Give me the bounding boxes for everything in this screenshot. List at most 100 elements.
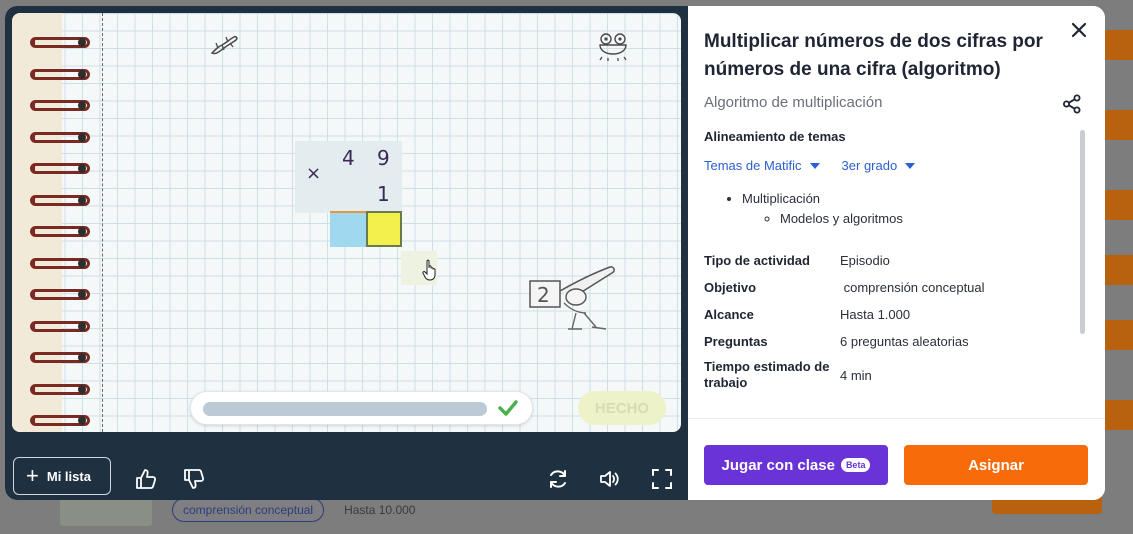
ring-hole (78, 38, 86, 47)
detail-key: Alcance (704, 307, 754, 322)
notebook-ring (30, 383, 90, 395)
notebook-ring (30, 415, 90, 426)
grade-dropdown[interactable]: 3er grado (842, 158, 916, 173)
game-board[interactable]: × 4 9 1 2 HECHO (12, 13, 681, 432)
background-button (1103, 400, 1133, 430)
details-scrollbar[interactable] (1080, 130, 1085, 334)
topic-sub: Modelos y algoritmos (780, 211, 903, 226)
beta-badge: Beta (840, 458, 871, 472)
margin-line (102, 13, 103, 432)
volume-icon[interactable] (599, 468, 621, 490)
activity-modal: × 4 9 1 2 HECHO + Mi lista Multiplicar n… (5, 6, 1105, 500)
notebook-ring (30, 226, 90, 237)
detail-row: Tiempo estimado de trabajo 4 min (704, 355, 1074, 388)
ring-hole (78, 195, 86, 205)
detail-value: Hasta 1.000 (840, 307, 911, 322)
ring-hole (78, 101, 86, 110)
detail-value: 6 preguntas aleatorias (840, 334, 969, 349)
notebook-ring (30, 68, 90, 80)
multiply-sign: × (306, 163, 322, 184)
chevron-down-icon (905, 162, 916, 169)
notebook-ring (30, 163, 90, 174)
ring-hole (78, 227, 86, 236)
thumbs-down-icon[interactable] (183, 468, 205, 490)
notebook-ring (30, 320, 90, 332)
background-button (1103, 190, 1133, 220)
detail-key: Preguntas (704, 334, 768, 349)
detail-row: Preguntas 6 preguntas aleatorias (704, 328, 1074, 355)
digit-top-tens: 4 (342, 146, 355, 170)
game-panel: × 4 9 1 2 HECHO + Mi lista (5, 6, 688, 500)
notebook-ring (30, 100, 90, 111)
ring-hole (78, 321, 86, 331)
refresh-icon[interactable] (547, 468, 569, 490)
grade-dropdown-label: 3er grado (841, 158, 898, 173)
ring-hole (78, 290, 86, 299)
done-button[interactable]: HECHO (578, 391, 666, 425)
topic-list: Multiplicación Modelos y algoritmos (704, 189, 1074, 229)
notebook-ring (30, 131, 90, 143)
detail-key: Objetivo (704, 280, 757, 295)
curriculum-dropdown-label: Temas de Matific (704, 158, 802, 173)
share-icon[interactable] (1062, 94, 1082, 114)
ring-hole (78, 164, 86, 173)
notebook-ring (30, 194, 90, 206)
digit-bottom-units: 1 (377, 182, 390, 206)
detail-row: Alcance Hasta 1.000 (704, 301, 1074, 328)
character-with-sign-icon: 2 (529, 266, 615, 330)
background-button (1103, 255, 1133, 285)
detail-row: Objetivo comprensión conceptual (704, 274, 1074, 301)
topic-item: Multiplicación Modelos y algoritmos (742, 189, 1074, 229)
close-icon[interactable] (1071, 22, 1087, 38)
my-list-label: Mi lista (46, 468, 91, 484)
notebook-ring (30, 289, 90, 300)
plus-icon: + (26, 463, 39, 488)
ring-hole (78, 258, 86, 268)
topic-main: Multiplicación (742, 191, 821, 206)
background-button (1103, 320, 1133, 350)
ring-hole (78, 384, 86, 394)
lizard-doodle-icon (210, 36, 238, 55)
notebook-ring (30, 352, 90, 363)
thumbs-up-icon[interactable] (135, 468, 157, 490)
alignment-title: Alineamiento de temas (704, 129, 846, 144)
play-with-class-button[interactable]: Jugar con clase Beta (704, 445, 888, 485)
detail-key: Tipo de actividad (704, 253, 810, 268)
answer-cell-tens[interactable] (330, 211, 366, 247)
activity-info-panel: Multiplicar números de dos cifras por nú… (688, 6, 1105, 500)
range-text: Hasta 10.000 (344, 503, 416, 517)
details-list: Tipo de actividad Episodio Objetivo comp… (704, 247, 1074, 388)
ring-hole (78, 132, 86, 142)
ring-hole (78, 353, 86, 362)
check-icon (498, 400, 518, 416)
hand-cursor-icon (422, 259, 436, 281)
details-scroll-area[interactable]: Alineamiento de temas Temas de Matific 3… (704, 126, 1074, 388)
background-button (1103, 110, 1133, 140)
progress-bar (190, 391, 533, 425)
assign-button[interactable]: Asignar (904, 445, 1088, 485)
detail-key: Tiempo estimado de trabajo (704, 359, 830, 388)
ring-hole (78, 69, 86, 79)
notebook-ring (30, 37, 90, 48)
game-toolbar: + Mi lista (5, 438, 688, 500)
info-footer: Jugar con clase Beta Asignar (688, 418, 1105, 500)
fullscreen-icon[interactable] (651, 468, 673, 490)
activity-title: Multiplicar números de dos cifras por nú… (704, 31, 1043, 80)
detail-value: comprensión conceptual (840, 280, 985, 295)
notebook-ring (30, 257, 90, 269)
ring-hole (78, 416, 86, 425)
digit-top-units: 9 (377, 146, 390, 170)
progress-track (203, 402, 487, 416)
detail-value: 4 min (840, 367, 872, 383)
activity-subtitle: Algoritmo de multiplicación (704, 94, 883, 111)
objective-pill: comprensión conceptual (172, 498, 325, 522)
topic-subitem: Modelos y algoritmos (780, 209, 1074, 229)
answer-cell-units[interactable] (366, 211, 402, 247)
chevron-down-icon (809, 162, 820, 169)
detail-row: Tipo de actividad Episodio (704, 247, 1074, 274)
curriculum-dropdown[interactable]: Temas de Matific (704, 158, 820, 173)
play-with-class-label: Jugar con clase (721, 456, 835, 474)
detail-value: Episodio (840, 253, 890, 268)
my-list-button[interactable]: + Mi lista (13, 457, 111, 495)
background-button (1103, 30, 1133, 60)
